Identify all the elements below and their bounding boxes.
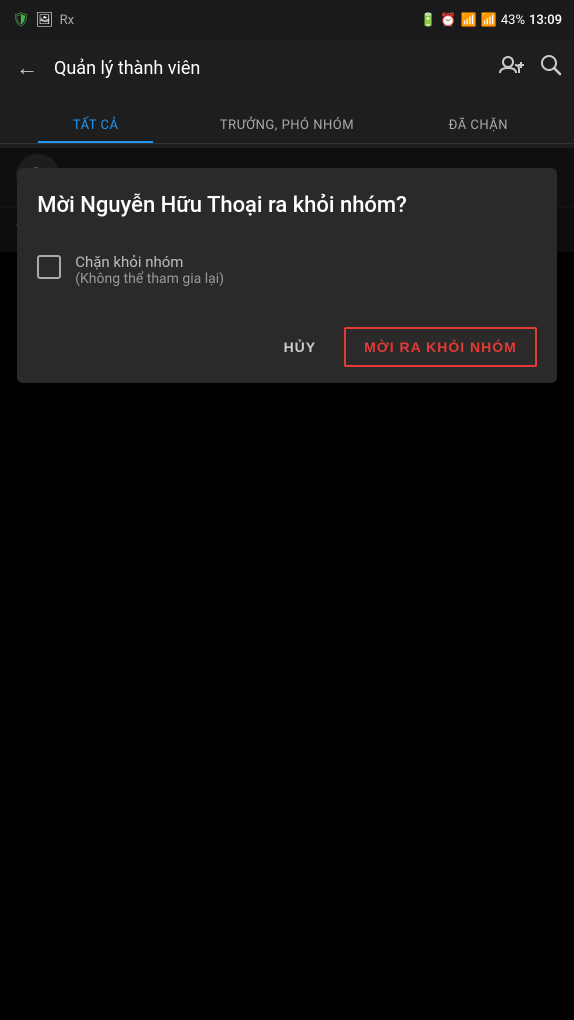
wifi-icon: 📶 [461, 13, 477, 28]
dialog-title: Mời Nguyễn Hữu Thoại ra khỏi nhóm? [37, 192, 537, 221]
block-label-main: Chặn khỏi nhóm [75, 253, 224, 271]
signal-icon: 📶 [481, 13, 497, 28]
block-checkbox[interactable] [37, 255, 61, 279]
confirm-remove-button[interactable]: MỜI RA KHỎI NHÓM [344, 327, 537, 367]
nav-action-icons [498, 54, 562, 82]
tab-leaders[interactable]: TRƯỞNG, PHÓ NHÓM [191, 118, 382, 143]
cancel-button[interactable]: HỦY [280, 331, 321, 363]
remove-member-dialog: Mời Nguyễn Hữu Thoại ra khỏi nhóm? Chặn … [17, 168, 557, 383]
status-right-icons: 🔋 ⏰ 📶 📶 43% 13:09 [420, 13, 562, 28]
nav-bar: ← Quản lý thành viên [0, 40, 574, 96]
dialog-actions: HỦY MỜI RA KHỎI NHÓM [37, 319, 537, 383]
battery-low-icon: 🔋 [420, 13, 436, 28]
image-icon: 🖼 [36, 12, 54, 28]
shield-icon: 🛡 [12, 12, 30, 28]
add-member-icon[interactable] [498, 55, 524, 82]
block-label: Chặn khỏi nhóm (Không thể tham gia lại) [75, 253, 224, 287]
battery-percent: 43% [501, 13, 525, 28]
page-title: Quản lý thành viên [54, 58, 486, 79]
status-left-icons: 🛡 🖼 Rx [12, 12, 74, 28]
block-checkbox-row: Chặn khỏi nhóm (Không thể tham gia lại) [37, 253, 537, 287]
dialog-overlay: Mời Nguyễn Hữu Thoại ra khỏi nhóm? Chặn … [0, 148, 574, 1020]
dx-icon: Rx [60, 13, 74, 28]
tab-blocked[interactable]: ĐÃ CHẶN [383, 118, 574, 143]
search-icon[interactable] [540, 54, 562, 82]
clock-icon: ⏰ [440, 13, 456, 28]
block-label-sub: (Không thể tham gia lại) [75, 271, 224, 287]
tab-bar: TẤT CẢ TRƯỞNG, PHÓ NHÓM ĐÃ CHẶN [0, 96, 574, 144]
tab-all[interactable]: TẤT CẢ [0, 118, 191, 143]
time-display: 13:09 [529, 13, 562, 28]
back-button[interactable]: ← [12, 51, 42, 85]
status-bar: 🛡 🖼 Rx 🔋 ⏰ 📶 📶 43% 13:09 [0, 0, 574, 40]
